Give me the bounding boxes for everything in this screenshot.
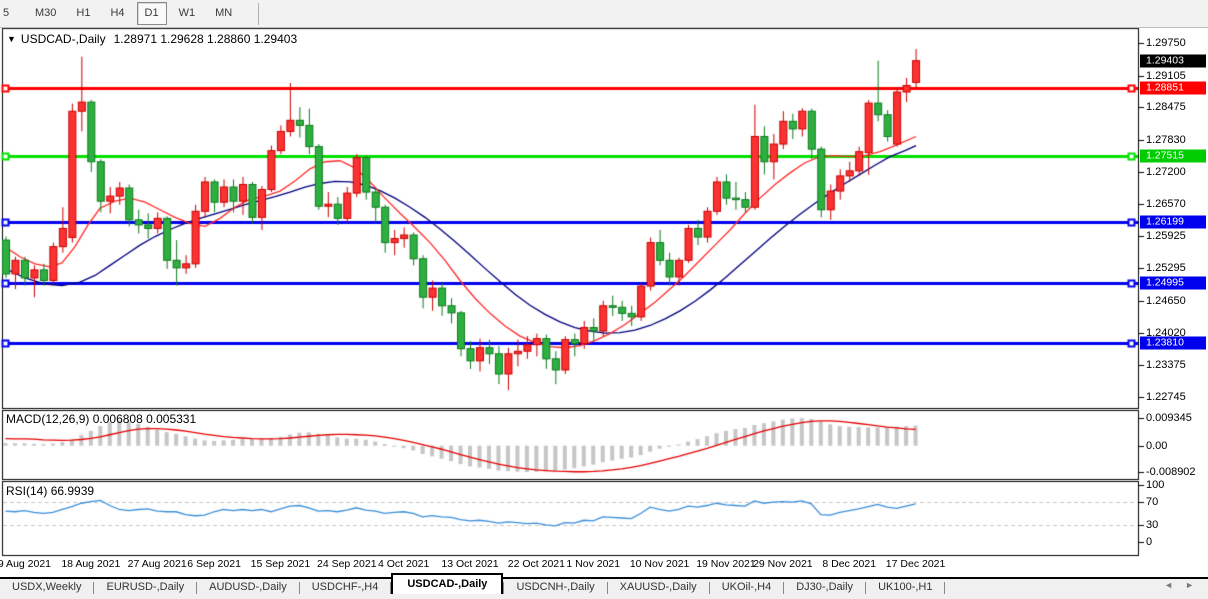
price-axis-tick: 1.25925 <box>1146 230 1186 242</box>
date-axis-label: 24 Sep 2021 <box>317 558 377 570</box>
timeframe-button-h1[interactable]: H1 <box>68 2 98 25</box>
rsi-indicator-label: RSI(14) 66.9939 <box>6 484 94 498</box>
macd-name: MACD(12,26,9) <box>6 412 89 426</box>
date-axis-label: 8 Dec 2021 <box>822 558 876 570</box>
timeframe-toolbar: 5M30H1H4D1W1MN <box>0 0 1208 28</box>
price-axis-tick: 1.28475 <box>1146 101 1186 113</box>
date-axis-label: 17 Dec 2021 <box>886 558 946 570</box>
rsi-axis-tick: 70 <box>1146 496 1158 508</box>
macd-axis-tick: 0.009345 <box>1146 412 1192 424</box>
price-axis-tick: 1.23375 <box>1146 359 1186 371</box>
tab-usdcad-daily[interactable]: USDCAD-,Daily <box>391 573 503 596</box>
timeframe-button-d1[interactable]: D1 <box>137 2 167 25</box>
macd-axis-tick: -0.008902 <box>1146 466 1196 478</box>
price-axis-tick: 1.22745 <box>1146 391 1186 403</box>
timeframe-button-h4[interactable]: H4 <box>102 2 132 25</box>
price-tag-current-price: 1.29403 <box>1140 54 1206 67</box>
date-axis-label: 19 Nov 2021 <box>696 558 756 570</box>
date-axis-label: 6 Sep 2021 <box>187 558 241 570</box>
date-axis-label: 10 Nov 2021 <box>630 558 690 570</box>
price-axis-tick: 1.27830 <box>1146 134 1186 146</box>
tab-separator <box>944 582 945 594</box>
price-tag-support-line: 1.23810 <box>1140 337 1206 350</box>
price-tag-resistance-line: 1.28851 <box>1140 82 1206 95</box>
chart-canvas[interactable] <box>0 0 1208 599</box>
chart-ohlc-values: 1.28971 1.29628 1.28860 1.29403 <box>114 32 298 46</box>
date-axis-label: 15 Sep 2021 <box>251 558 311 570</box>
date-axis-label: 4 Oct 2021 <box>378 558 429 570</box>
price-tag-support-line: 1.26199 <box>1140 216 1206 229</box>
chart-title: ▼ USDCAD-,Daily 1.28971 1.29628 1.28860 1.… <box>7 32 297 46</box>
price-axis-tick: 1.25295 <box>1146 262 1186 274</box>
macd-indicator-label: MACD(12,26,9) 0.006808 0.005331 <box>6 412 196 426</box>
date-axis-label: 18 Aug 2021 <box>61 558 120 570</box>
date-axis-label: 9 Aug 2021 <box>0 558 51 570</box>
rsi-value: 66.9939 <box>51 484 94 498</box>
rsi-axis-tick: 30 <box>1146 519 1158 531</box>
price-axis-tick: 1.27200 <box>1146 166 1186 178</box>
date-axis-label: 29 Nov 2021 <box>753 558 813 570</box>
tab-scroll-right-icon[interactable]: ► <box>1185 581 1194 590</box>
date-axis-label: 22 Oct 2021 <box>508 558 565 570</box>
rsi-name: RSI(14) <box>6 484 47 498</box>
price-axis-tick: 1.29750 <box>1146 37 1186 49</box>
date-axis-label: 27 Aug 2021 <box>128 558 187 570</box>
macd-axis-tick: 0.00 <box>1146 440 1167 452</box>
price-axis-tick: 1.26570 <box>1146 198 1186 210</box>
tab-scroll-arrows: ◄ ► <box>1164 581 1194 590</box>
timeframe-button-w1[interactable]: W1 <box>171 2 204 25</box>
date-axis-label: 1 Nov 2021 <box>566 558 620 570</box>
bottom-strip <box>0 594 1208 599</box>
price-tag-support-line: 1.27515 <box>1140 149 1206 162</box>
price-axis-tick: 1.24650 <box>1146 295 1186 307</box>
timeframe-button-5[interactable]: 5 <box>0 2 23 25</box>
date-axis-label: 13 Oct 2021 <box>441 558 498 570</box>
price-tag-support-line: 1.24995 <box>1140 277 1206 290</box>
tab-scroll-left-icon[interactable]: ◄ <box>1164 581 1173 590</box>
macd-values: 0.006808 0.005331 <box>93 412 196 426</box>
chevron-down-icon[interactable]: ▼ <box>7 34 16 44</box>
timeframe-button-m30[interactable]: M30 <box>27 2 64 25</box>
rsi-axis-tick: 0 <box>1146 536 1152 548</box>
toolbar-separator <box>258 3 259 25</box>
timeframe-button-mn[interactable]: MN <box>207 2 240 25</box>
chart-symbol-label: USDCAD-,Daily <box>21 32 106 46</box>
rsi-axis-tick: 100 <box>1146 479 1164 491</box>
price-axis-tick: 1.29105 <box>1146 70 1186 82</box>
